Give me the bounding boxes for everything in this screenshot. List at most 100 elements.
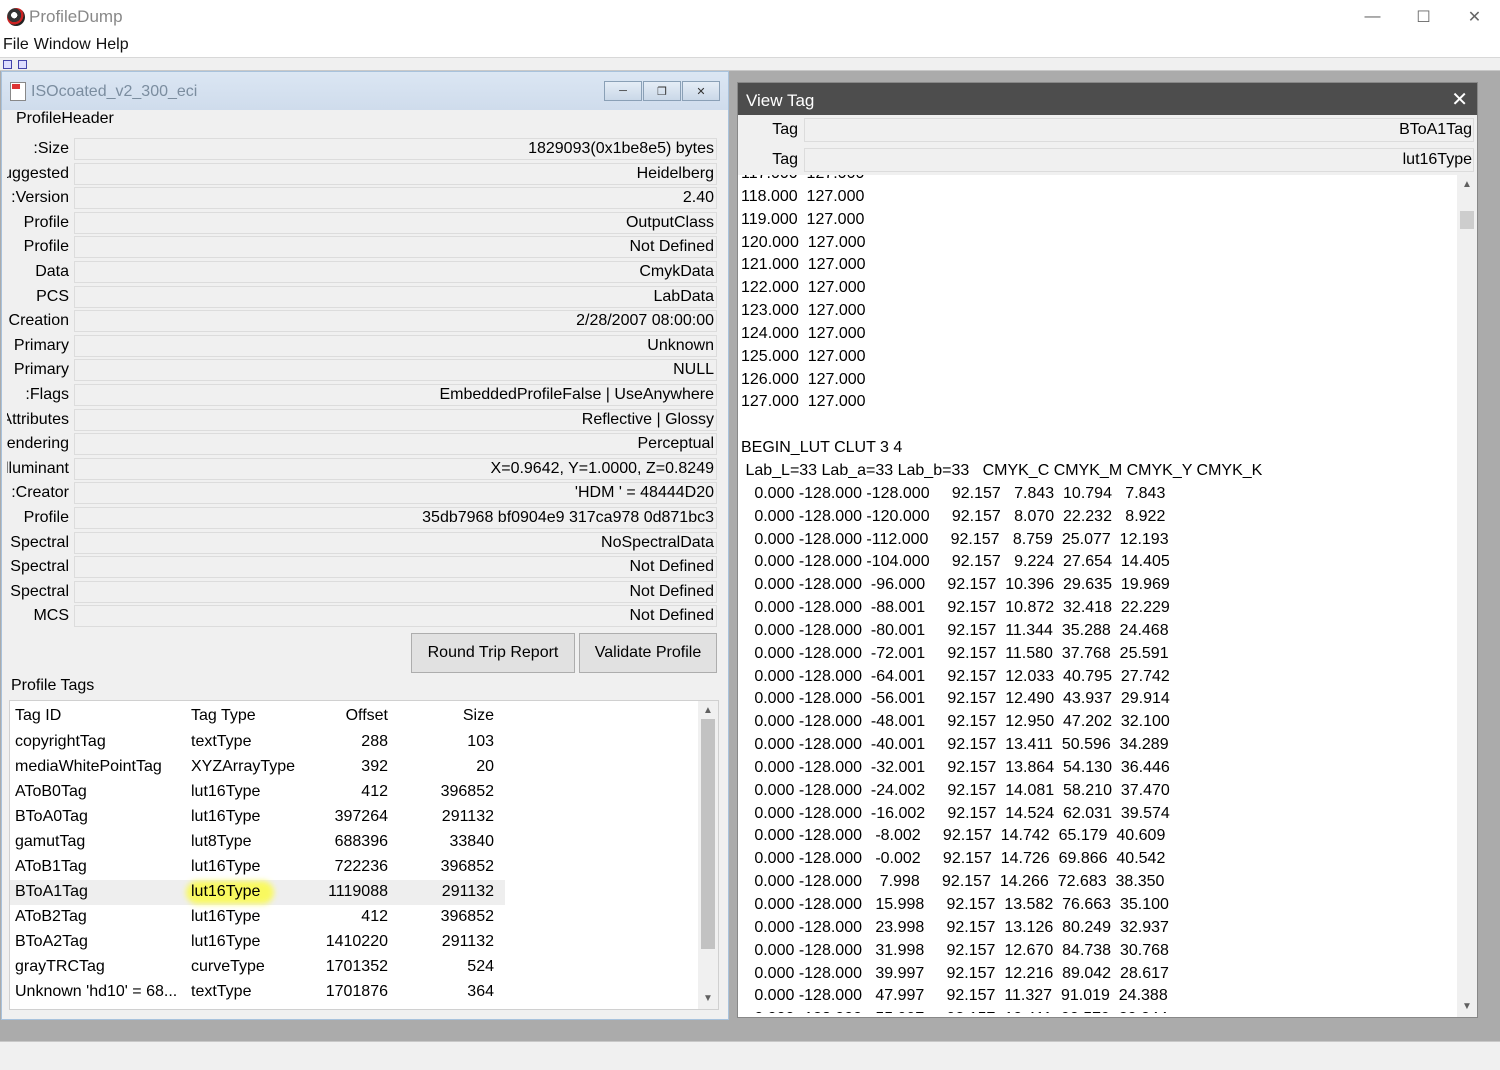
header-field-row: MCS Not Defined (7, 604, 717, 629)
validate-profile-button[interactable]: Validate Profile (579, 633, 717, 673)
tag-offset-cell: 412 (361, 783, 388, 800)
header-field-value[interactable]: 'HDM ' = 48444D20 (74, 482, 717, 505)
tag-size-cell: 396852 (440, 783, 494, 800)
table-row[interactable]: grayTRCTag curveType 1701352 524 (10, 955, 505, 980)
tag-type-field[interactable]: lut16Type (804, 148, 1474, 172)
header-field-value[interactable]: EmbeddedProfileFalse | UseAnywhere (74, 383, 717, 406)
tag-name-label: Tag (772, 121, 798, 138)
header-field-value[interactable]: Not Defined (74, 605, 717, 628)
subwindow-close-button[interactable]: ✕ (682, 81, 720, 101)
header-field-row: PCS LabData (7, 285, 717, 310)
tag-offset-cell: 1119088 (328, 883, 388, 900)
status-bar (0, 1041, 1500, 1070)
subwindow-minimize-button[interactable]: ─ (604, 81, 642, 101)
header-field-value[interactable]: Not Defined (74, 556, 717, 579)
tag-name-row: Tag BToA1Tag (738, 115, 1477, 145)
header-field-value[interactable]: Heidelberg (74, 162, 717, 185)
tag-content-scroll-thumb[interactable] (1460, 211, 1474, 229)
profile-tags-group-label: Profile Tags (11, 677, 95, 694)
table-row[interactable]: AToB2Tag lut16Type 412 396852 (10, 905, 505, 930)
tag-offset-cell: 397264 (334, 808, 388, 825)
header-field-value[interactable]: NULL (74, 359, 717, 382)
header-field-row: Creation 2/28/2007 08:00:00 (7, 309, 717, 334)
table-row[interactable]: Unknown 'hd10' = 68... textType 1701876 364 (10, 980, 505, 1005)
view-tag-titlebar[interactable]: View Tag ✕ (738, 83, 1477, 115)
tag-content-text[interactable]: 117.000 127.000 118.000 127.000 119.000 … (738, 175, 1455, 1013)
header-field-value[interactable]: 35db7968 bf0904e9 317ca978 0d871bc3 (74, 506, 717, 529)
table-row[interactable]: BToA2Tag lut16Type 1410220 291132 (10, 930, 505, 955)
maximize-button[interactable]: ☐ (1398, 0, 1449, 33)
column-header-tag-type[interactable]: Tag Type (191, 707, 306, 725)
minimize-button[interactable]: — (1347, 0, 1398, 33)
header-field-row: Primary Unknown (7, 334, 717, 359)
scroll-down-icon[interactable]: ▼ (698, 991, 718, 1007)
scroll-up-icon[interactable]: ▲ (1457, 177, 1477, 193)
header-field-value[interactable]: 1829093(0x1be8e5) bytes (74, 138, 717, 160)
header-field-value[interactable]: NoSpectralData (74, 531, 717, 554)
profile-window-title: ISOcoated_v2_300_eci (31, 83, 198, 100)
menu-file[interactable]: File (0, 36, 31, 54)
restore-window-icon[interactable] (3, 60, 12, 69)
header-field-row: Suggested Heidelberg (7, 162, 717, 187)
header-field-value[interactable]: Unknown (74, 334, 717, 357)
tag-offset-cell: 722236 (334, 858, 388, 875)
header-field-row: Attributes: Reflective | Glossy (7, 408, 717, 433)
header-field-value[interactable]: X=0.9642, Y=1.0000, Z=0.8249 (74, 457, 717, 480)
header-field-value[interactable]: Perceptual (74, 433, 717, 456)
header-field-label: Creator: (11, 484, 69, 502)
table-row[interactable]: BToA0Tag lut16Type 397264 291132 (10, 805, 505, 830)
column-header-tag-id[interactable]: Tag ID (15, 707, 187, 725)
table-header: Tag ID Tag Type Offset Size (10, 704, 505, 729)
scroll-down-icon[interactable]: ▼ (1457, 999, 1477, 1015)
tag-size-cell: 396852 (440, 858, 494, 875)
header-field-row: Spectral NoSpectralData (7, 531, 717, 556)
table-row[interactable]: AToB1Tag lut16Type 722236 396852 (10, 855, 505, 880)
header-field-label: Profile (23, 508, 69, 526)
table-row[interactable]: copyrightTag textType 288 103 (10, 730, 505, 755)
tags-scrollbar[interactable]: ▲ ▼ (698, 701, 718, 1009)
menu-window[interactable]: Window (31, 36, 93, 54)
menu-help[interactable]: Help (93, 36, 131, 54)
profile-window-titlebar[interactable]: ISOcoated_v2_300_eci ─ ❐ ✕ (2, 72, 728, 110)
subwindow-restore-button[interactable]: ❐ (643, 81, 681, 101)
tag-type-cell: lut16Type (191, 883, 261, 900)
header-field-value[interactable]: Reflective | Glossy (74, 408, 717, 431)
header-field-value[interactable]: CmykData (74, 260, 717, 283)
tag-content-body: 117.000 127.000 118.000 127.000 119.000 … (741, 175, 1263, 1013)
table-row[interactable]: gamutTag lut8Type 688396 33840 (10, 830, 505, 855)
header-field-label: Illuminant: (7, 459, 69, 477)
tag-size-cell: 103 (467, 733, 494, 750)
tag-offset-cell: 1701352 (325, 958, 388, 975)
tag-id-cell: BToA1Tag (15, 883, 88, 900)
tag-size-cell: 524 (467, 958, 494, 975)
window-menu-icon[interactable] (18, 60, 27, 69)
tag-id-cell: gamutTag (15, 833, 86, 850)
profile-header-fields: Size: 1829093(0x1be8e5) bytes Suggested Hei… (7, 137, 717, 629)
header-field-value[interactable]: 2.40 (74, 187, 717, 210)
tags-scroll-thumb[interactable] (701, 719, 715, 949)
view-tag-close-icon[interactable]: ✕ (1451, 87, 1468, 112)
round-trip-report-button[interactable]: Round Trip Report (411, 633, 575, 673)
table-row[interactable]: BToA1Tag lut16Type 1119088 291132 (10, 880, 505, 905)
column-header-size[interactable]: Size (390, 707, 494, 725)
scroll-up-icon[interactable]: ▲ (698, 703, 718, 719)
tag-type-cell: XYZArrayType (191, 758, 296, 775)
tag-offset-cell: 1410220 (325, 933, 388, 950)
table-row[interactable]: AToB0Tag lut16Type 412 396852 (10, 780, 505, 805)
tag-content-scrollbar[interactable]: ▲ ▼ (1457, 175, 1477, 1017)
tag-offset-cell: 288 (361, 733, 388, 750)
header-field-value[interactable]: Not Defined (74, 236, 717, 259)
close-button[interactable]: ✕ (1449, 0, 1500, 33)
column-header-offset[interactable]: Offset (306, 707, 388, 725)
header-field-row: Rendering Perceptual (7, 432, 717, 457)
table-row[interactable]: mediaWhitePointTag XYZArrayType 392 20 (10, 755, 505, 780)
tag-name-field[interactable]: BToA1Tag (804, 118, 1474, 142)
header-field-row: Illuminant: X=0.9642, Y=1.0000, Z=0.8249 (7, 457, 717, 482)
header-field-value[interactable]: Not Defined (74, 580, 717, 603)
header-field-value[interactable]: LabData (74, 285, 717, 308)
header-field-label: Primary (13, 336, 69, 354)
header-field-row: Profile 35db7968 bf0904e9 317ca978 0d871b… (7, 506, 717, 531)
tag-size-cell: 396852 (440, 908, 494, 925)
header-field-value[interactable]: OutputClass (74, 211, 717, 234)
header-field-value[interactable]: 2/28/2007 08:00:00 (74, 310, 717, 333)
